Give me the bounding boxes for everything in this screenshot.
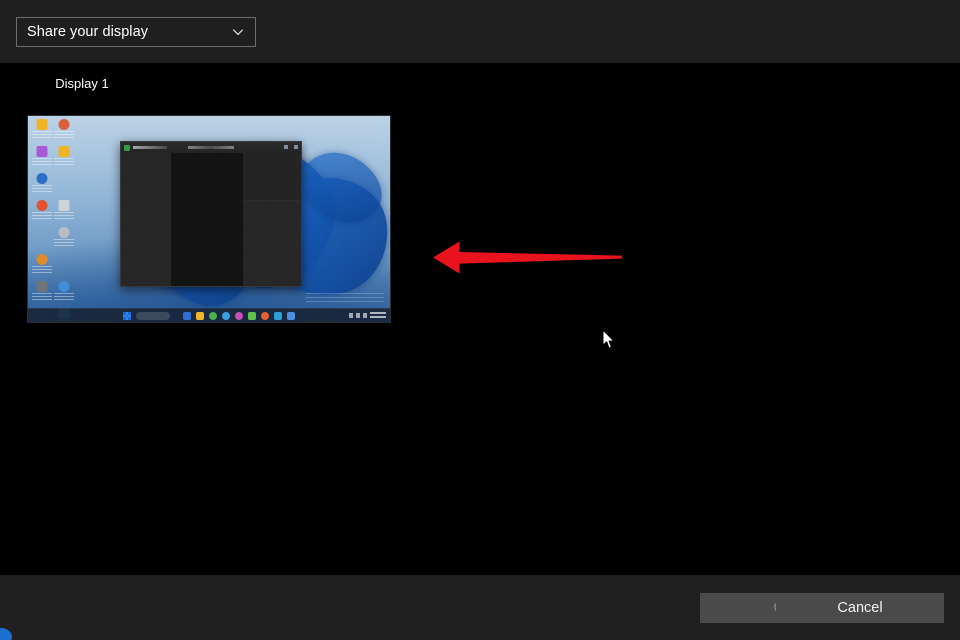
thumbnail-window-right-pane: [243, 153, 301, 201]
source-tile-label: Display 1: [55, 76, 109, 91]
start-button-icon: [123, 311, 131, 320]
desktop-icon: [53, 226, 75, 253]
thumbnail-window-title-text: [133, 146, 167, 149]
desktop-icon-grid: [31, 118, 75, 322]
red-pointer-arrow: [430, 235, 626, 281]
mouse-pointer: [602, 329, 616, 350]
source-type-dropdown-label: Share your display: [27, 24, 148, 40]
desktop-icon: [31, 145, 53, 172]
dialog-header: Share your display: [0, 0, 960, 63]
taskbar-app-icon: [287, 311, 295, 320]
source-type-dropdown[interactable]: Share your display: [16, 17, 256, 47]
source-tile-display-1[interactable]: Display 1: [27, 76, 391, 323]
chevron-down-icon: [231, 25, 245, 39]
source-picker-body: Display 1: [0, 63, 960, 575]
desktop-icon: [53, 145, 75, 172]
desktop-icon: [53, 280, 75, 307]
desktop-icon: [53, 199, 75, 226]
desktop-icon: [31, 280, 53, 307]
taskbar-app-icon: [235, 311, 243, 320]
desktop-icon: [31, 118, 53, 145]
background-window-sliver: [0, 628, 14, 640]
thumbnail-window-main-pane: [171, 153, 244, 286]
taskbar-clock: [370, 311, 386, 320]
thumbnail-window-controls: [284, 145, 298, 149]
desktop-icon: [53, 118, 75, 145]
desktop-icon: [31, 253, 53, 280]
cancel-button[interactable]: Cancel: [776, 593, 944, 623]
taskbar-app-icon: [183, 311, 191, 320]
dialog-footer: OK Cancel: [0, 575, 960, 640]
taskbar-search-box: [136, 311, 170, 320]
taskbar-app-icon: [196, 311, 204, 320]
taskbar-app-icon: [248, 311, 256, 320]
desktop-icon: [53, 172, 75, 199]
taskbar-app-icon: [222, 311, 230, 320]
thumbnail-window-app-icon: [124, 144, 130, 151]
thumbnail-open-window: [120, 141, 302, 287]
thumbnail-window-centre-text: [188, 146, 234, 149]
desktop-icon: [31, 199, 53, 226]
desktop-icon: [31, 172, 53, 199]
desktop-watermark: [306, 293, 384, 303]
taskbar-center-group: [123, 311, 295, 320]
thumbnail-window-title-bar: [121, 142, 301, 153]
thumbnail-taskbar: [28, 308, 390, 322]
taskbar-app-icon: [209, 311, 217, 320]
taskbar-system-tray: [349, 311, 386, 320]
thumbnail-window-body: [121, 153, 301, 286]
desktop-icon: [53, 253, 75, 280]
taskbar-app-icon: [261, 311, 269, 320]
source-tile-thumbnail[interactable]: [27, 115, 391, 323]
desktop-icon: [31, 226, 53, 253]
taskbar-app-icon: [274, 311, 282, 320]
